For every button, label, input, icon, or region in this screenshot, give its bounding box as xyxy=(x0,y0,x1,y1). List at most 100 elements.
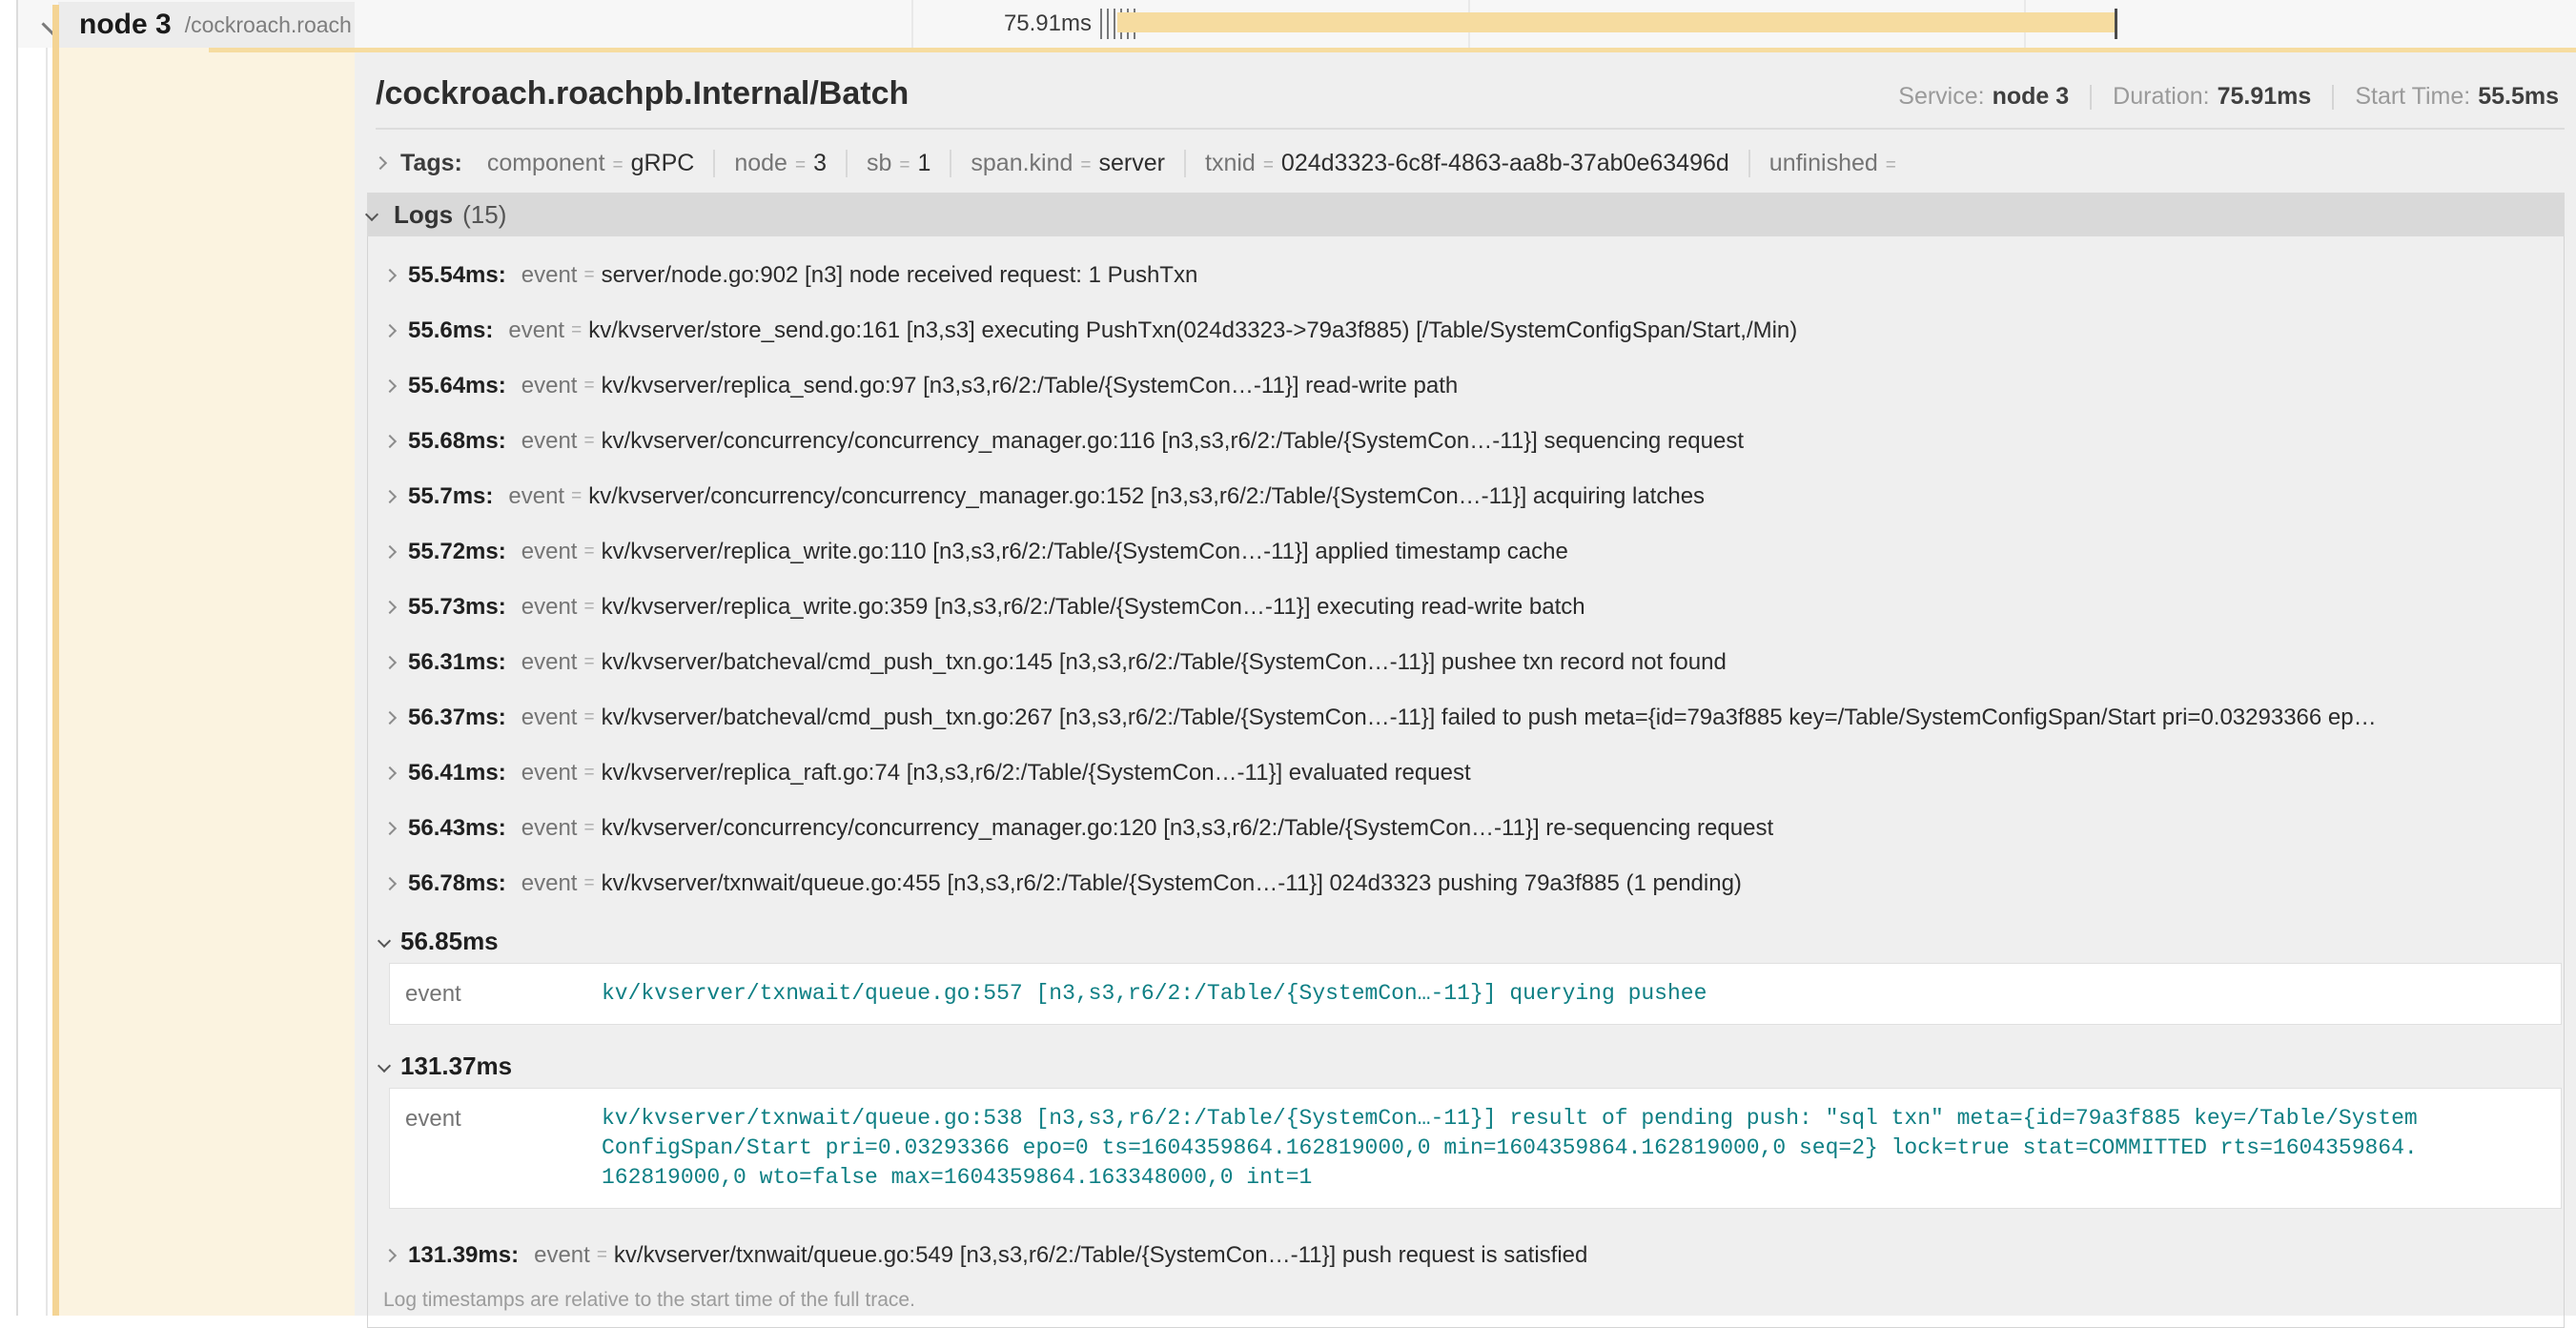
tag-item[interactable]: span.kind = server xyxy=(951,150,1186,177)
log-field-value: kv/kvserver/concurrency/concurrency_mana… xyxy=(588,483,1705,510)
chevron-right-icon xyxy=(383,601,397,614)
tag-item[interactable]: sb = 1 xyxy=(848,150,951,177)
log-field-value: kv/kvserver/replica_write.go:359 [n3,s3,… xyxy=(602,594,1585,621)
log-timestamp: 55.54ms: xyxy=(408,262,506,289)
log-row[interactable]: 55.73ms: event = kv/kvserver/replica_wri… xyxy=(368,580,2564,635)
equals-sign: = xyxy=(571,486,582,507)
log-row[interactable]: 56.31ms: event = kv/kvserver/batcheval/c… xyxy=(368,635,2564,690)
log-row[interactable]: 55.54ms: event = server/node.go:902 [n3]… xyxy=(368,248,2564,303)
log-entry-expanded: 56.85ms event kv/kvserver/txnwait/queue.… xyxy=(368,919,2564,1025)
tag-key: component xyxy=(487,150,605,177)
chevron-right-icon xyxy=(374,156,387,170)
chevron-down-icon xyxy=(378,1059,391,1073)
equals-sign: = xyxy=(1886,155,1896,176)
log-marker[interactable] xyxy=(1114,9,1115,39)
span-duration-bar[interactable] xyxy=(1117,12,2115,32)
tag-item[interactable]: component = gRPC xyxy=(468,150,716,177)
tags-accordion-header[interactable]: Tags: component = gRPC node = 3 sb = 1 s… xyxy=(376,147,2565,179)
chevron-right-icon xyxy=(383,822,397,835)
tag-key: span.kind xyxy=(971,150,1073,177)
log-field-key: event xyxy=(521,594,578,621)
log-field-value: kv/kvserver/txnwait/queue.go:557 [n3,s3,… xyxy=(602,979,1707,1009)
log-row[interactable]: 56.37ms: event = kv/kvserver/batcheval/c… xyxy=(368,690,2564,746)
log-row[interactable]: 56.41ms: event = kv/kvserver/replica_raf… xyxy=(368,746,2564,801)
log-timestamp: 55.72ms: xyxy=(408,539,506,565)
log-marker[interactable] xyxy=(1107,9,1109,39)
log-field-value: kv/kvserver/replica_write.go:110 [n3,s3,… xyxy=(602,539,1568,565)
log-field-value: kv/kvserver/txnwait/queue.go:538 [n3,s3,… xyxy=(602,1104,2423,1193)
tag-item[interactable]: unfinished = xyxy=(1750,150,1923,177)
page-left-divider xyxy=(16,0,18,1316)
detail-left-divider xyxy=(46,48,48,1316)
log-timestamp: 56.43ms: xyxy=(408,815,506,842)
log-row[interactable]: 56.78ms: event = kv/kvserver/txnwait/que… xyxy=(368,856,2564,911)
span-name-cell[interactable]: node 3 /cockroach.roach… xyxy=(58,2,355,48)
start-time-value: 55.5ms xyxy=(2478,83,2559,111)
log-row[interactable]: 131.39ms: event = kv/kvserver/txnwait/qu… xyxy=(368,1228,2564,1283)
log-fields-table: event kv/kvserver/txnwait/queue.go:557 [… xyxy=(389,963,2562,1025)
equals-sign: = xyxy=(583,431,594,452)
log-field-value: kv/kvserver/store_send.go:161 [n3,s3] ex… xyxy=(588,317,1797,344)
equals-sign: = xyxy=(583,652,594,673)
chevron-down-icon xyxy=(365,208,378,221)
chevron-right-icon xyxy=(383,656,397,669)
log-field-value: kv/kvserver/concurrency/concurrency_mana… xyxy=(602,428,1744,455)
tag-value: 3 xyxy=(813,150,827,177)
logs-accordion-header[interactable]: Logs (15) xyxy=(367,193,2565,236)
span-detail-title: /cockroach.roachpb.Internal/Batch xyxy=(376,75,1898,112)
logs-title: Logs xyxy=(394,200,453,230)
log-field-value: kv/kvserver/batcheval/cmd_push_txn.go:26… xyxy=(602,705,2377,731)
tag-value: 024d3323-6c8f-4863-aa8b-37ab0e63496d xyxy=(1281,150,1729,177)
log-row[interactable]: 55.7ms: event = kv/kvserver/concurrency/… xyxy=(368,469,2564,524)
tags-label: Tags: xyxy=(400,150,462,177)
tag-item[interactable]: node = 3 xyxy=(715,150,848,177)
equals-sign: = xyxy=(583,818,594,839)
log-field-key: event xyxy=(521,428,578,455)
logs-container: 55.54ms: event = server/node.go:902 [n3]… xyxy=(367,236,2565,1328)
log-timestamp: 55.68ms: xyxy=(408,428,506,455)
log-row[interactable]: 55.64ms: event = kv/kvserver/replica_sen… xyxy=(368,358,2564,414)
header-divider xyxy=(376,128,2565,130)
tags-list: component = gRPC node = 3 sb = 1 span.ki… xyxy=(468,150,1923,177)
chevron-right-icon xyxy=(383,490,397,503)
log-row-expanded-header[interactable]: 56.85ms xyxy=(368,919,2564,963)
log-row[interactable]: 55.6ms: event = kv/kvserver/store_send.g… xyxy=(368,303,2564,358)
chevron-right-icon xyxy=(383,877,397,890)
tag-item[interactable]: txnid = 024d3323-6c8f-4863-aa8b-37ab0e63… xyxy=(1186,150,1750,177)
log-field-value: kv/kvserver/replica_send.go:97 [n3,s3,r6… xyxy=(602,373,1459,399)
log-timestamp: 55.64ms: xyxy=(408,373,506,399)
log-field-value: kv/kvserver/txnwait/queue.go:455 [n3,s3,… xyxy=(602,870,1742,897)
log-timestamp: 131.37ms xyxy=(400,1052,512,1081)
log-row[interactable]: 55.68ms: event = kv/kvserver/concurrency… xyxy=(368,414,2564,469)
log-entry-expanded: 131.37ms event kv/kvserver/txnwait/queue… xyxy=(368,1044,2564,1209)
equals-sign: = xyxy=(583,873,594,894)
duration-label: Duration: xyxy=(2113,83,2209,111)
log-marker-end[interactable] xyxy=(2115,9,2117,39)
span-indent-guide xyxy=(52,5,59,1316)
log-row[interactable]: 56.43ms: event = kv/kvserver/concurrency… xyxy=(368,801,2564,856)
log-field-key: event xyxy=(508,483,564,510)
log-timestamp: 55.73ms: xyxy=(408,594,506,621)
log-row[interactable]: 55.72ms: event = kv/kvserver/replica_wri… xyxy=(368,524,2564,580)
chevron-right-icon xyxy=(383,379,397,393)
stat-separator xyxy=(2332,85,2334,110)
equals-sign: = xyxy=(571,320,582,341)
log-marker[interactable] xyxy=(1100,9,1102,39)
log-field-key: event xyxy=(405,979,602,1009)
tag-key: txnid xyxy=(1205,150,1256,177)
log-field-value: kv/kvserver/batcheval/cmd_push_txn.go:14… xyxy=(602,649,1727,676)
span-operation-name: /cockroach.roach… xyxy=(185,12,355,38)
stat-separator xyxy=(2090,85,2092,110)
tag-value: gRPC xyxy=(631,150,695,177)
equals-sign: = xyxy=(583,376,594,397)
equals-sign: = xyxy=(583,541,594,562)
log-timestamp: 55.6ms: xyxy=(408,317,493,344)
span-detail-stats: Service: node 3 Duration: 75.91ms Start … xyxy=(1898,83,2559,111)
log-row-expanded-header[interactable]: 131.37ms xyxy=(368,1044,2564,1088)
span-row[interactable]: node 3 /cockroach.roach… 75.91ms xyxy=(18,0,2576,48)
log-entries: 55.54ms: event = server/node.go:902 [n3]… xyxy=(368,236,2564,1283)
tag-value: 1 xyxy=(917,150,930,177)
log-field-key: event xyxy=(521,539,578,565)
span-detail-header: /cockroach.roachpb.Internal/Batch Servic… xyxy=(376,75,2559,112)
log-field-key: event xyxy=(521,760,578,787)
